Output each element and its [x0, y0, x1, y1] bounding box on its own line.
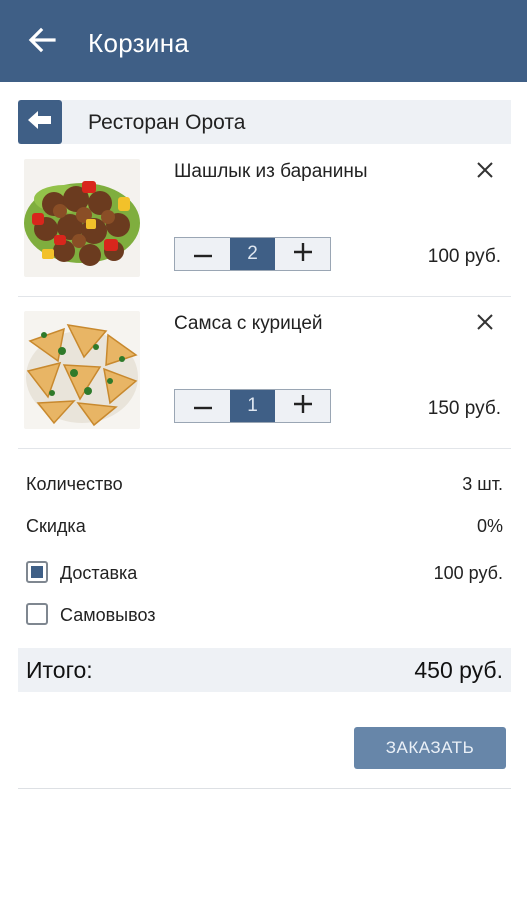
divider	[18, 788, 511, 789]
quantity-label: Количество	[26, 474, 123, 494]
item-name: Самса с курицей	[174, 313, 323, 334]
total-value: 450 руб.	[414, 657, 503, 683]
quantity-value: 1	[230, 390, 275, 422]
increase-button[interactable]	[275, 238, 330, 270]
item-price: 150 руб.	[427, 398, 501, 419]
delivery-checkbox[interactable]	[26, 561, 48, 583]
page-title: Корзина	[88, 28, 190, 58]
back-button[interactable]	[22, 22, 62, 62]
quantity-stepper: 1	[174, 389, 331, 423]
item-name: Шашлык из баранины	[174, 161, 368, 182]
remove-item-button[interactable]	[470, 157, 500, 187]
restaurant-name: Ресторан Орота	[88, 111, 246, 134]
quantity-stepper: 2	[174, 237, 331, 271]
plus-icon	[293, 242, 312, 266]
item-price: 100 руб.	[427, 246, 501, 267]
order-button[interactable]: ЗАКАЗАТЬ	[354, 727, 506, 769]
close-icon	[477, 313, 493, 335]
cart-item: Самса с курицей 1 150 руб.	[18, 297, 511, 449]
arrow-left-icon	[27, 109, 53, 136]
decrease-button[interactable]	[175, 238, 230, 270]
close-icon	[477, 161, 493, 183]
delivery-price: 100 руб.	[433, 563, 503, 583]
cart-item: Шашлык из баранины 2 100 руб.	[18, 145, 511, 297]
pickup-checkbox[interactable]	[26, 603, 48, 625]
total-label: Итого:	[26, 657, 93, 683]
shashlik-photo	[24, 159, 140, 277]
app-bar: Корзина	[0, 0, 527, 82]
decrease-button[interactable]	[175, 390, 230, 422]
plus-icon	[293, 394, 312, 418]
quantity-row: Количество 3 шт.	[26, 471, 503, 497]
delivery-label: Доставка	[60, 563, 138, 583]
remove-item-button[interactable]	[470, 309, 500, 339]
minus-icon	[193, 397, 212, 415]
restaurant-header: Ресторан Орота	[18, 100, 511, 144]
quantity-total: 3 шт.	[462, 474, 503, 494]
restaurant-back-button[interactable]	[18, 100, 62, 144]
discount-value: 0%	[476, 516, 503, 536]
discount-row: Скидка 0%	[26, 513, 503, 539]
quantity-value: 2	[230, 238, 275, 270]
delivery-row[interactable]: Доставка 100 руб.	[26, 560, 503, 586]
minus-icon	[193, 245, 212, 263]
increase-button[interactable]	[275, 390, 330, 422]
pickup-row[interactable]: Самовывоз	[26, 602, 503, 628]
arrow-left-icon	[28, 27, 56, 58]
pickup-label: Самовывоз	[60, 605, 156, 625]
samsa-photo	[24, 311, 140, 429]
discount-label: Скидка	[26, 516, 86, 536]
total-bar: Итого: 450 руб.	[18, 648, 511, 692]
